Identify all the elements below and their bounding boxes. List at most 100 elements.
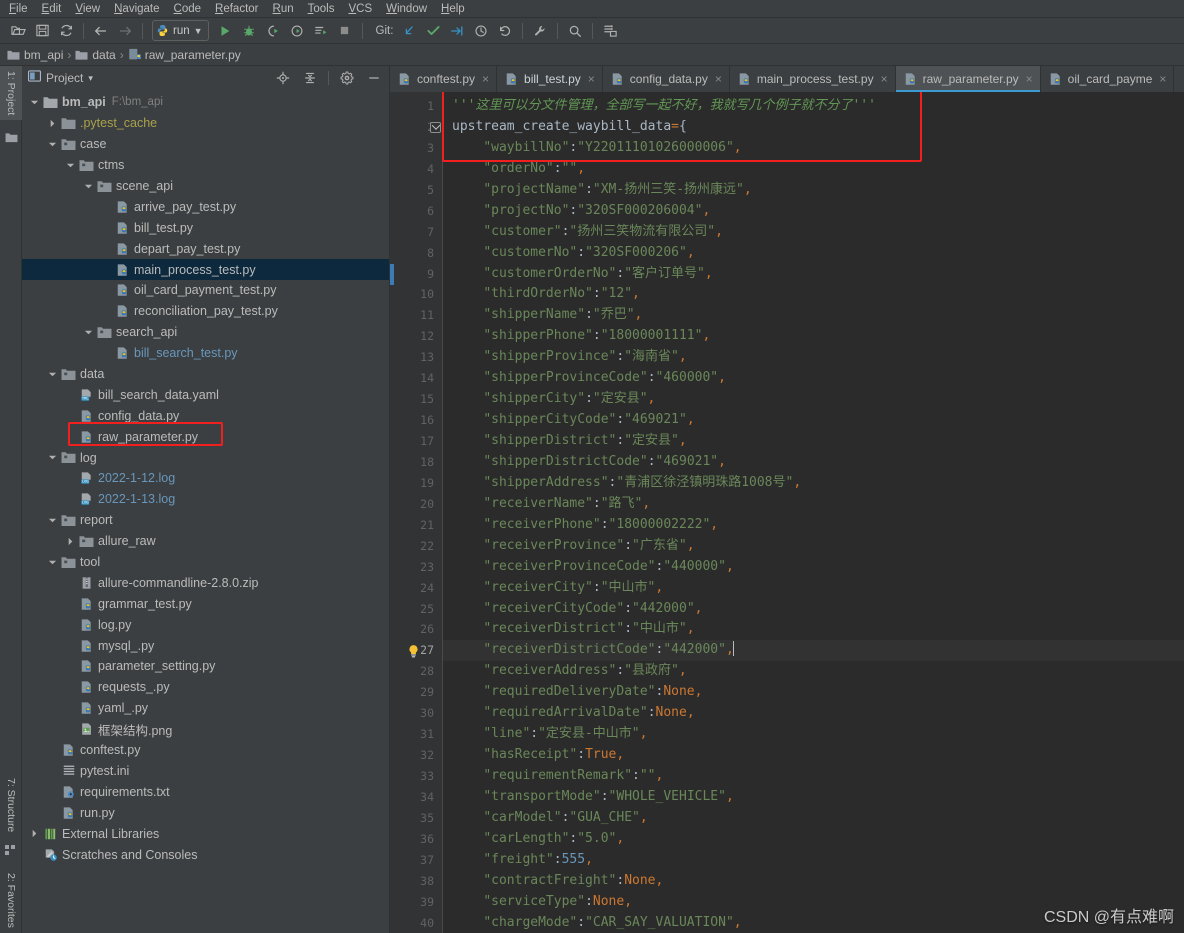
tree-node-allure_raw[interactable]: allure_raw	[22, 531, 389, 552]
menu-item-help[interactable]: Help	[434, 0, 472, 18]
rail-tab-project[interactable]: 1: Project	[0, 66, 22, 121]
tree-node-pytest-ini[interactable]: pytest.ini	[22, 761, 389, 782]
rollback-icon[interactable]	[493, 20, 517, 42]
intention-bulb-icon[interactable]	[406, 641, 420, 662]
twisty-expanded-icon[interactable]	[46, 558, 59, 567]
tree-node-conftest-py[interactable]: conftest.py	[22, 740, 389, 761]
tree-node-log-py[interactable]: log.py	[22, 614, 389, 635]
project-dropdown-caret[interactable]: ▾	[88, 73, 93, 84]
run-with-coverage-icon[interactable]	[261, 20, 285, 42]
code-line[interactable]: "receiverPhone":"18000002222",	[442, 515, 1184, 536]
twisty-expanded-icon[interactable]	[46, 370, 59, 379]
code-line[interactable]: '''这里可以分文件管理，全部写一起不好，我就写几个例子就不分了'''	[442, 96, 1184, 117]
tree-node--pytest_cache[interactable]: .pytest_cache	[22, 113, 389, 134]
tree-node-main_process_test-py[interactable]: main_process_test.py	[22, 259, 389, 281]
code-line[interactable]: "freight":555,	[442, 850, 1184, 871]
tree-node-bill_search_data-yaml[interactable]: YML bill_search_data.yaml	[22, 384, 389, 405]
history-icon[interactable]	[469, 20, 493, 42]
code-editor[interactable]: 1234567891011121314151617181920212223242…	[390, 92, 1184, 933]
menu-item-refactor[interactable]: Refactor	[208, 0, 265, 18]
code-line[interactable]: "shipperAddress":"青浦区徐泾镇明珠路1008号",	[442, 473, 1184, 494]
rail-structure-icon[interactable]	[0, 841, 22, 859]
twisty-expanded-icon[interactable]	[46, 140, 59, 149]
code-line[interactable]: "projectNo":"320SF000206004",	[442, 201, 1184, 222]
code-line[interactable]: upstream_create_waybill_data={	[442, 117, 1184, 138]
stop-icon[interactable]	[333, 20, 357, 42]
rail-tab-structure[interactable]: 7: Structure	[0, 773, 22, 837]
tree-node-log[interactable]: log	[22, 447, 389, 468]
back-arrow-icon[interactable]	[89, 20, 113, 42]
editor-tab-main_process_test-py[interactable]: main_process_test.py ×	[730, 66, 896, 92]
code-line[interactable]: "customerOrderNo":"客户订单号",	[442, 264, 1184, 285]
tree-node-tool[interactable]: tool	[22, 552, 389, 573]
code-line[interactable]: "receiverAddress":"县政府",	[442, 661, 1184, 682]
code-fold-icon[interactable]	[430, 121, 441, 133]
code-line[interactable]: "receiverDistrictCode":"442000",	[442, 640, 1184, 662]
push-icon[interactable]	[445, 20, 469, 42]
tree-node-parameter_setting-py[interactable]: parameter_setting.py	[22, 656, 389, 677]
code-line[interactable]: "receiverProvinceCode":"440000",	[442, 557, 1184, 578]
breadcrumb-item-bm_api[interactable]: bm_api	[7, 48, 63, 62]
tree-node-yaml_-py[interactable]: yaml_.py	[22, 698, 389, 719]
update-project-icon[interactable]	[397, 20, 421, 42]
project-tree[interactable]: bm_api F:\bm_api .pytest_cache case ctms scen…	[22, 90, 389, 933]
tree-node-2022-1-12-log[interactable]: LOG 2022-1-12.log	[22, 468, 389, 489]
menu-item-code[interactable]: Code	[167, 0, 209, 18]
code-line[interactable]: "customerNo":"320SF000206",	[442, 243, 1184, 264]
editor-tab-raw_parameter-py[interactable]: raw_parameter.py ×	[895, 66, 1041, 92]
twisty-collapsed-icon[interactable]	[28, 829, 41, 838]
code-line[interactable]: "waybillNo":"Y22011101026000006",	[442, 138, 1184, 159]
forward-arrow-icon[interactable]	[113, 20, 137, 42]
code-line[interactable]: "receiverProvince":"广东省",	[442, 536, 1184, 557]
editor-tab-config_data-py[interactable]: config_data.py ×	[603, 66, 730, 92]
code-line[interactable]: "receiverCityCode":"442000",	[442, 599, 1184, 620]
collapse-all-icon[interactable]	[299, 68, 321, 88]
gear-icon[interactable]	[336, 68, 358, 88]
locate-icon[interactable]	[272, 68, 294, 88]
code-line[interactable]: "transportMode":"WHOLE_VEHICLE",	[442, 787, 1184, 808]
code-line[interactable]: "thirdOrderNo":"12",	[442, 284, 1184, 305]
run-icon[interactable]	[213, 20, 237, 42]
open-folder-icon[interactable]	[6, 20, 30, 42]
rail-project-icon[interactable]	[0, 128, 22, 146]
editor-gutter[interactable]: 1234567891011121314151617181920212223242…	[390, 92, 442, 933]
code-line[interactable]: "carModel":"GUA_CHE",	[442, 808, 1184, 829]
code-line[interactable]: "contractFreight":None,	[442, 871, 1184, 892]
commit-icon[interactable]	[421, 20, 445, 42]
menu-item-vcs[interactable]: VCS	[341, 0, 379, 18]
tree-node-bill_search_test-py[interactable]: bill_search_test.py	[22, 343, 389, 364]
code-line[interactable]: "requirementRemark":"",	[442, 766, 1184, 787]
menu-item-file[interactable]: File	[2, 0, 35, 18]
tree-node-requirements-txt[interactable]: requirements.txt	[22, 781, 389, 802]
tree-node-arrive_pay_test-py[interactable]: arrive_pay_test.py	[22, 196, 389, 217]
code-line[interactable]: "shipperName":"乔巴",	[442, 305, 1184, 326]
menu-item-window[interactable]: Window	[379, 0, 434, 18]
wrench-icon[interactable]	[528, 20, 552, 42]
tree-node-reconciliation_pay_test-py[interactable]: reconciliation_pay_test.py	[22, 301, 389, 322]
menu-item-edit[interactable]: Edit	[35, 0, 69, 18]
code-line[interactable]: "requiredArrivalDate":None,	[442, 703, 1184, 724]
tree-node-oil_card_payment_test-py[interactable]: oil_card_payment_test.py	[22, 280, 389, 301]
code-line[interactable]: "receiverName":"路飞",	[442, 494, 1184, 515]
tree-node-report[interactable]: report	[22, 510, 389, 531]
code-line[interactable]: "customer":"扬州三笑物流有限公司",	[442, 222, 1184, 243]
twisty-expanded-icon[interactable]	[46, 516, 59, 525]
code-line[interactable]: "hasReceipt":True,	[442, 745, 1184, 766]
twisty-expanded-icon[interactable]	[28, 98, 41, 107]
layout-icon[interactable]	[598, 20, 622, 42]
tree-node-depart_pay_test-py[interactable]: depart_pay_test.py	[22, 238, 389, 259]
editor-tab-bill_test-py[interactable]: bill_test.py ×	[497, 66, 603, 92]
code-line[interactable]: "shipperPhone":"18000001111",	[442, 326, 1184, 347]
sync-icon[interactable]	[54, 20, 78, 42]
menu-item-view[interactable]: View	[68, 0, 107, 18]
close-icon[interactable]: ×	[715, 72, 722, 86]
profile-icon[interactable]	[285, 20, 309, 42]
tree-node-config_data-py[interactable]: config_data.py	[22, 405, 389, 426]
twisty-collapsed-icon[interactable]	[64, 537, 77, 546]
twisty-collapsed-icon[interactable]	[46, 119, 59, 128]
breadcrumb-item-data[interactable]: data	[75, 48, 116, 62]
breadcrumb-item-raw_parameter-py[interactable]: raw_parameter.py	[128, 48, 241, 62]
editor-tab-oil_card_payme[interactable]: oil_card_payme ×	[1041, 66, 1175, 92]
close-icon[interactable]: ×	[881, 72, 888, 86]
editor-tab-conftest-py[interactable]: conftest.py ×	[390, 66, 498, 92]
